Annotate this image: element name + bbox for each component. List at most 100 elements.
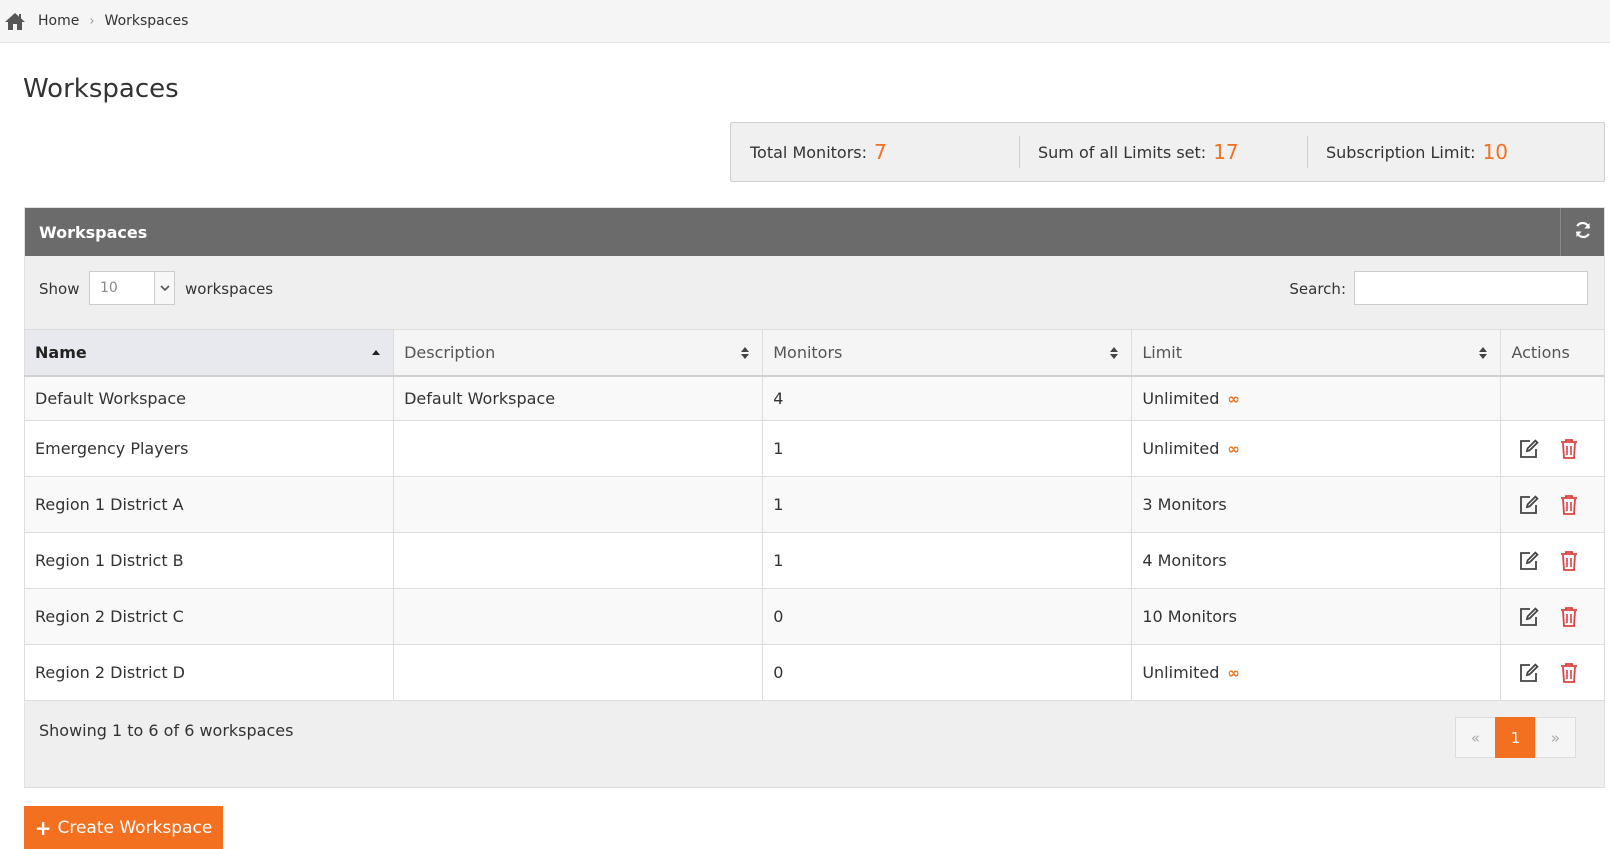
- trash-icon[interactable]: [1557, 493, 1581, 517]
- cell-monitors: 1: [762, 420, 1133, 477]
- breadcrumb: Home › Workspaces: [0, 0, 1610, 43]
- edit-icon[interactable]: [1517, 493, 1541, 517]
- cell-actions: [1500, 644, 1605, 701]
- edit-icon[interactable]: [1517, 661, 1541, 685]
- sort-icon: [740, 345, 750, 361]
- column-header-monitors[interactable]: Monitors: [762, 329, 1133, 377]
- table-row[interactable]: Region 1 District B 1 4 Monitors: [23, 532, 1605, 589]
- pager-previous-button[interactable]: «: [1455, 717, 1496, 758]
- trash-icon[interactable]: [1557, 437, 1581, 461]
- column-header-monitors-label: Monitors: [773, 342, 843, 362]
- page-length-value: 10: [100, 280, 118, 296]
- trash-icon[interactable]: [1557, 549, 1581, 573]
- column-header-actions: Actions: [1500, 329, 1605, 377]
- sum-limits-stat: Sum of all Limits set: 17: [1019, 136, 1239, 168]
- cell-description: Default Workspace: [393, 375, 764, 421]
- workspaces-table: Name Description Monitors Limit Actions: [23, 329, 1605, 701]
- pager-next-button[interactable]: »: [1535, 717, 1576, 758]
- sum-limits-value: 17: [1213, 140, 1239, 164]
- limit-text: Unlimited: [1142, 663, 1220, 682]
- cell-description: [393, 420, 764, 477]
- entries-label: workspaces: [185, 280, 274, 298]
- limit-text: Unlimited: [1142, 388, 1220, 408]
- cell-name: Emergency Players: [23, 420, 395, 477]
- cell-monitors: 0: [762, 644, 1133, 701]
- cell-actions: [1500, 532, 1605, 589]
- column-header-name[interactable]: Name: [23, 329, 395, 377]
- create-workspace-label: Create Workspace: [57, 817, 213, 838]
- sum-limits-label: Sum of all Limits set:: [1038, 142, 1207, 162]
- table-footer: Showing 1 to 6 of 6 workspaces « 1 »: [25, 701, 1604, 779]
- cell-limit: Unlimited ∞: [1131, 420, 1502, 477]
- cell-name: Region 1 District A: [23, 476, 395, 533]
- subscription-limit-stat: Subscription Limit: 10: [1307, 136, 1508, 168]
- cell-monitors: 0: [762, 588, 1133, 645]
- edit-icon[interactable]: [1517, 605, 1541, 629]
- show-label: Show: [39, 280, 80, 298]
- total-monitors-value: 7: [874, 140, 887, 164]
- table-row[interactable]: Region 1 District A 1 3 Monitors: [23, 476, 1605, 533]
- infinity-icon: ∞: [1227, 664, 1240, 682]
- panel-title: Workspaces: [39, 222, 148, 242]
- table-row[interactable]: Region 2 District C 0 10 Monitors: [23, 588, 1605, 645]
- total-monitors-stat: Total Monitors: 7: [750, 136, 887, 168]
- sort-asc-icon: [371, 345, 381, 361]
- home-icon[interactable]: [4, 11, 26, 31]
- cell-monitors: 1: [762, 532, 1133, 589]
- cell-monitors: 4: [762, 375, 1133, 421]
- edit-icon[interactable]: [1517, 549, 1541, 573]
- cell-description: [393, 588, 764, 645]
- column-header-description[interactable]: Description: [393, 329, 764, 377]
- monitor-stats: Total Monitors: 7 Sum of all Limits set:…: [730, 122, 1605, 182]
- panel-header: Workspaces: [25, 208, 1604, 256]
- infinity-icon: ∞: [1227, 440, 1240, 458]
- chevron-down-icon: [154, 272, 174, 304]
- cell-actions: [1500, 476, 1605, 533]
- table-row[interactable]: Default Workspace Default Workspace 4 Un…: [23, 375, 1605, 421]
- trash-icon[interactable]: [1557, 661, 1581, 685]
- cell-description: [393, 476, 764, 533]
- sort-icon: [1478, 345, 1488, 361]
- search-label: Search:: [1289, 280, 1346, 298]
- cell-description: [393, 644, 764, 701]
- refresh-icon: [1574, 221, 1592, 243]
- cell-limit: 3 Monitors: [1131, 476, 1502, 533]
- cell-name: Region 2 District D: [23, 644, 395, 701]
- subscription-limit-value: 10: [1482, 140, 1509, 164]
- table-info: Showing 1 to 6 of 6 workspaces: [39, 721, 294, 740]
- cell-name: Default Workspace: [23, 375, 395, 421]
- create-workspace-button[interactable]: + Create Workspace: [24, 806, 223, 849]
- column-header-limit-label: Limit: [1142, 342, 1182, 362]
- cell-actions: [1500, 588, 1605, 645]
- cell-actions: [1500, 375, 1605, 421]
- breadcrumb-separator-icon: ›: [89, 13, 95, 29]
- cell-limit: Unlimited ∞: [1131, 644, 1502, 701]
- workspaces-panel: Workspaces Show 10 workspaces Search: Na…: [23, 207, 1605, 788]
- edit-icon[interactable]: [1517, 437, 1541, 461]
- limit-text: 4 Monitors: [1142, 551, 1227, 570]
- refresh-button[interactable]: [1560, 208, 1604, 256]
- breadcrumb-home-link[interactable]: Home: [38, 13, 79, 29]
- infinity-icon: ∞: [1227, 389, 1240, 408]
- limit-text: 3 Monitors: [1142, 495, 1227, 514]
- trash-icon[interactable]: [1557, 605, 1581, 629]
- sort-icon: [1109, 345, 1119, 361]
- plus-icon: +: [34, 815, 52, 840]
- cell-limit: 4 Monitors: [1131, 532, 1502, 589]
- subscription-limit-label: Subscription Limit:: [1326, 142, 1476, 162]
- column-header-description-label: Description: [404, 342, 496, 362]
- table-header-row: Name Description Monitors Limit Actions: [23, 329, 1605, 377]
- limit-text: Unlimited: [1142, 439, 1220, 458]
- pagination: « 1 »: [1455, 717, 1576, 758]
- limit-text: 10 Monitors: [1142, 607, 1237, 626]
- page-length-select[interactable]: 10: [89, 271, 175, 305]
- pager-page-1-button[interactable]: 1: [1495, 717, 1536, 758]
- table-row[interactable]: Emergency Players 1 Unlimited ∞: [23, 420, 1605, 477]
- table-row[interactable]: Region 2 District D 0 Unlimited ∞: [23, 644, 1605, 701]
- cell-name: Region 2 District C: [23, 588, 395, 645]
- cell-actions: [1500, 420, 1605, 477]
- cell-limit: Unlimited ∞: [1131, 375, 1502, 421]
- table-controls: Show 10 workspaces Search:: [25, 256, 1604, 329]
- search-input[interactable]: [1354, 271, 1588, 305]
- column-header-limit[interactable]: Limit: [1131, 329, 1502, 377]
